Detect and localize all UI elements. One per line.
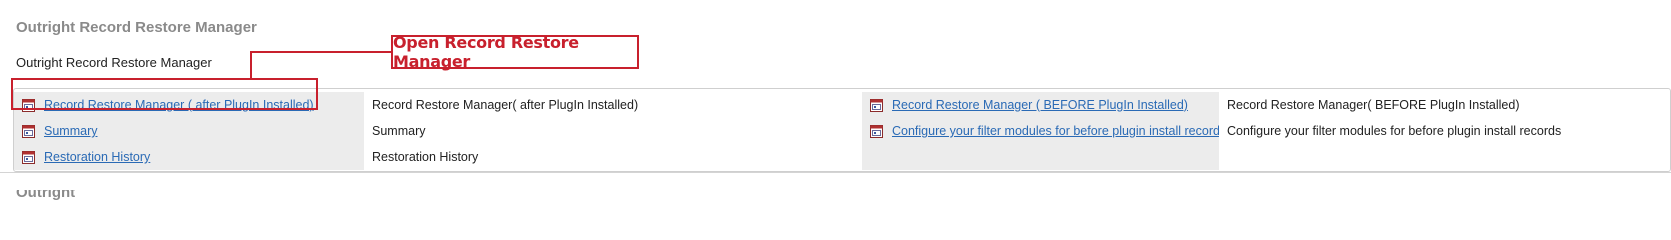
module-admin-icon xyxy=(22,150,35,164)
admin-link-description: Configure your filter modules for before… xyxy=(1227,124,1562,138)
module-admin-icon xyxy=(22,98,35,112)
empty-link-cell xyxy=(862,144,1219,170)
section-title: Outright Record Restore Manager xyxy=(16,19,257,36)
callout-connector-vertical xyxy=(250,51,252,78)
callout-label: Open Record Restore Manager xyxy=(391,33,639,71)
record-restore-manager-after-link[interactable]: Record Restore Manager ( after PlugIn In… xyxy=(44,98,314,112)
next-section-title-clipped: Outright Leasemarlifornan xyxy=(16,190,156,202)
admin-link-cell: Summary xyxy=(14,118,364,144)
configure-filter-modules-link[interactable]: Configure your filter modules for before… xyxy=(892,124,1219,138)
admin-link-cell: Record Restore Manager ( BEFORE PlugIn I… xyxy=(862,92,1219,118)
module-admin-icon xyxy=(870,124,883,138)
module-admin-icon xyxy=(22,124,35,138)
admin-link-cell: Record Restore Manager ( after PlugIn In… xyxy=(14,92,364,118)
admin-link-cell: Restoration History xyxy=(14,144,364,170)
summary-link[interactable]: Summary xyxy=(44,124,97,138)
admin-link-description: Record Restore Manager( after PlugIn Ins… xyxy=(372,98,639,112)
module-section-panel: Outright Record Restore Manager Outright… xyxy=(0,0,1671,173)
empty-description-cell xyxy=(1227,144,1667,170)
record-restore-manager-before-link[interactable]: Record Restore Manager ( BEFORE PlugIn I… xyxy=(892,98,1188,112)
admin-link-description: Restoration History xyxy=(372,150,479,164)
admin-links-table: Record Restore Manager ( after PlugIn In… xyxy=(13,88,1671,172)
table-row: Record Restore Manager ( after PlugIn In… xyxy=(14,92,1670,118)
section-subtitle: Outright Record Restore Manager xyxy=(16,55,212,70)
table-row: Summary Summary Configure your filter mo… xyxy=(14,118,1670,144)
table-row: Restoration History Restoration History xyxy=(14,144,1670,170)
admin-link-cell: Configure your filter modules for before… xyxy=(862,118,1219,144)
next-section-title: Outright Leasemarlifornan xyxy=(16,190,141,202)
restoration-history-link[interactable]: Restoration History xyxy=(44,150,150,164)
admin-link-description: Record Restore Manager( BEFORE PlugIn In… xyxy=(1227,98,1520,112)
admin-link-description: Summary xyxy=(372,124,426,138)
admin-page: Outright Record Restore Manager Outright… xyxy=(0,0,1671,202)
callout-connector-horizontal xyxy=(250,51,391,53)
module-admin-icon xyxy=(870,98,883,112)
